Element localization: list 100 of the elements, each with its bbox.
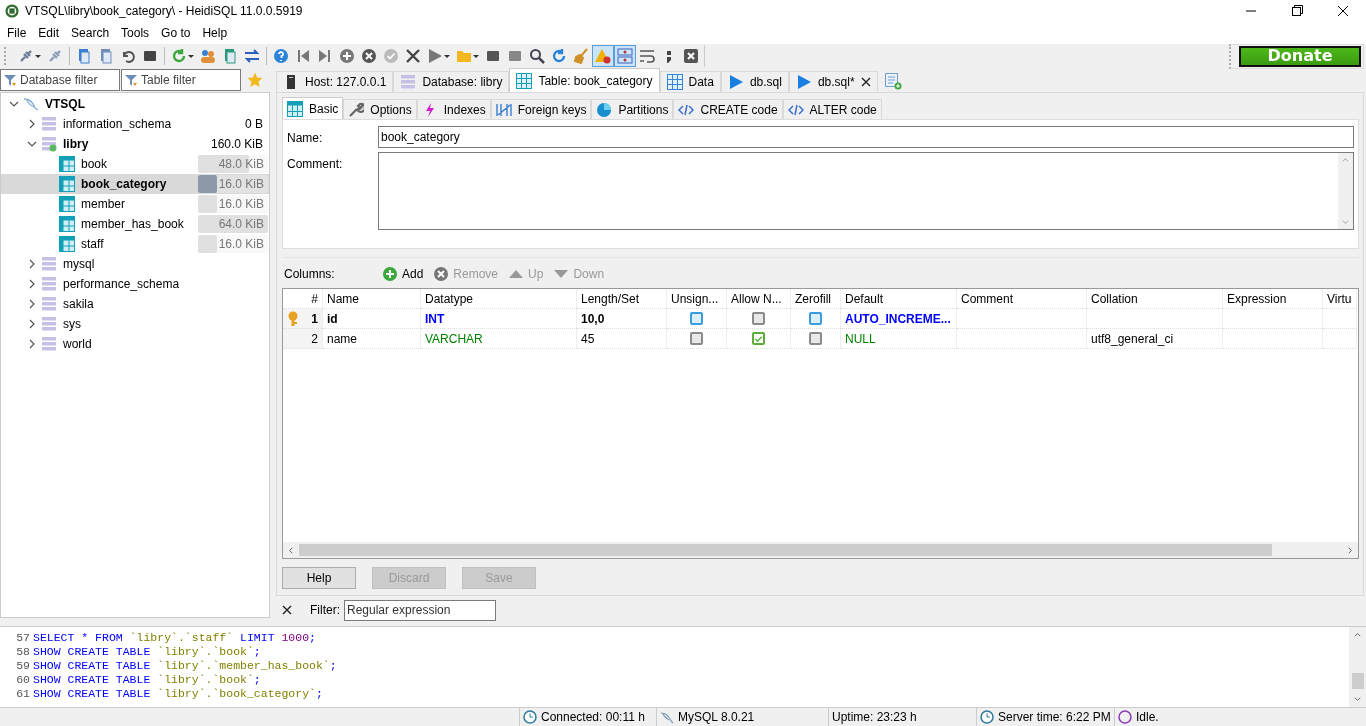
table-cell: id [323, 309, 421, 329]
plus-circle-icon [339, 48, 355, 64]
filter-field[interactable]: Table filter [121, 69, 241, 91]
editor-tab[interactable]: Database: libry [393, 71, 510, 92]
chevron-icon[interactable] [27, 119, 37, 129]
column-header[interactable]: Comment [957, 289, 1087, 309]
editor-tab[interactable]: Host: 127.0.0.1 [276, 71, 394, 92]
column-header[interactable]: Virtu [1323, 289, 1357, 309]
table-icon [59, 156, 75, 172]
table-icon [59, 216, 75, 232]
filter-field[interactable]: Database filter [0, 69, 120, 91]
column-header[interactable]: Collation [1087, 289, 1223, 309]
checkbox[interactable] [752, 332, 765, 345]
line-number: 59 [15, 658, 31, 672]
checkbox[interactable] [690, 312, 703, 325]
filter-field[interactable]: Regular expression [344, 599, 496, 621]
size-label: 16.0 KiB [218, 237, 264, 251]
chevron-icon[interactable] [9, 99, 19, 109]
wrench-icon [348, 101, 365, 118]
chevron-icon[interactable] [27, 139, 37, 149]
new-tab-icon[interactable] [883, 72, 902, 90]
tree-item[interactable]: VTSQL [1, 94, 269, 114]
chevron-icon[interactable] [27, 319, 37, 329]
broom-icon [573, 48, 589, 64]
scrollbar-thumb[interactable] [299, 544, 1272, 556]
table-cell: 10,0 [577, 309, 667, 329]
comment-field[interactable] [378, 152, 1354, 230]
tree-item[interactable]: mysql [1, 254, 269, 274]
users-icon [200, 48, 216, 64]
star-icon[interactable] [247, 72, 263, 88]
tree-label: sakila [63, 297, 94, 311]
name-field[interactable]: book_category [378, 126, 1354, 148]
column-header[interactable]: Zerofill [791, 289, 841, 309]
tree-label: libry [63, 137, 89, 151]
editor-tab[interactable]: db.sql* [788, 71, 878, 92]
tree-item[interactable]: book_category 16.0 KiB [1, 174, 269, 194]
size-label: 48.0 KiB [218, 157, 264, 171]
close-icon[interactable] [282, 605, 292, 615]
tree-item[interactable]: libry 160.0 KiB [1, 134, 269, 154]
horizontal-scrollbar[interactable] [283, 542, 1358, 558]
sql-line: SELECT * FROM `libry`.`staff` LIMIT 1000; [33, 630, 316, 644]
tree-item[interactable]: member 16.0 KiB [1, 194, 269, 214]
menu-item[interactable]: Go to [155, 24, 197, 42]
caret-icon [188, 54, 194, 58]
tree-item[interactable]: member_has_book 64.0 KiB [1, 214, 269, 234]
link-icon [495, 101, 512, 118]
key-icon [287, 310, 299, 327]
column-header[interactable]: Default [841, 289, 957, 309]
tree-item[interactable]: information_schema 0 B [1, 114, 269, 134]
chevron-icon[interactable] [27, 279, 37, 289]
column-header[interactable]: Name [323, 289, 421, 309]
caret-icon [444, 54, 450, 58]
status-text: MySQL 8.0.21 [678, 710, 755, 724]
table-cell [1323, 309, 1357, 329]
column-header[interactable]: Expression [1223, 289, 1323, 309]
size-label: 16.0 KiB [218, 177, 264, 191]
menu-item[interactable]: Search [65, 24, 116, 42]
menu-item[interactable]: Help [196, 24, 234, 42]
sql-line: SHOW CREATE TABLE `libry`.`member_has_book`; [33, 658, 337, 672]
editor-tab[interactable]: Table: book_category [509, 68, 660, 92]
close-icon[interactable] [860, 77, 871, 87]
tree-item[interactable]: sakila [1, 294, 269, 314]
app-logo-icon [5, 4, 19, 18]
table-cell: 45 [577, 329, 667, 349]
column-header[interactable]: Length/Set [577, 289, 667, 309]
form-button[interactable]: Help [282, 567, 356, 589]
copy-icon [76, 48, 92, 64]
menu-item[interactable]: File [1, 24, 33, 42]
line-number: 61 [15, 686, 31, 700]
editor-tab[interactable]: Data [659, 71, 721, 92]
chevron-icon[interactable] [27, 339, 37, 349]
tab[interactable]: Basic [282, 97, 344, 119]
tree-label: mysql [63, 257, 95, 271]
tree-item[interactable]: staff 16.0 KiB [1, 234, 269, 254]
plug-icon [18, 48, 34, 64]
checkbox[interactable] [809, 312, 822, 325]
tree-item[interactable]: performance_schema [1, 274, 269, 294]
database-icon [400, 74, 417, 90]
toolbar-button[interactable] [592, 45, 614, 67]
idle-icon [1118, 710, 1132, 724]
chevron-icon[interactable] [27, 299, 37, 309]
column-header[interactable]: Unsign... [667, 289, 727, 309]
chevron-icon[interactable] [27, 259, 37, 269]
table-cell: utf8_general_ci [1087, 329, 1223, 349]
vertical-scrollbar[interactable] [1349, 627, 1366, 707]
editor-tab[interactable]: db.sql [720, 71, 789, 92]
wrap-icon [639, 48, 655, 64]
column-header[interactable]: Allow N... [727, 289, 791, 309]
menu-item[interactable]: Tools [115, 24, 156, 42]
caret-icon [35, 54, 41, 58]
column-action-button[interactable]: Add [382, 266, 424, 282]
column-header[interactable]: Datatype [421, 289, 577, 309]
tree-item[interactable]: sys [1, 314, 269, 334]
menu-item[interactable]: Edit [32, 24, 66, 42]
dolphin-icon [660, 710, 674, 724]
tree-item[interactable]: book 48.0 KiB [1, 154, 269, 174]
scrollbar-thumb[interactable] [1351, 673, 1364, 689]
status-text: Server time: 6:22 PM [998, 710, 1111, 724]
tree-item[interactable]: world [1, 334, 269, 354]
status-text: Idle. [1136, 710, 1159, 724]
